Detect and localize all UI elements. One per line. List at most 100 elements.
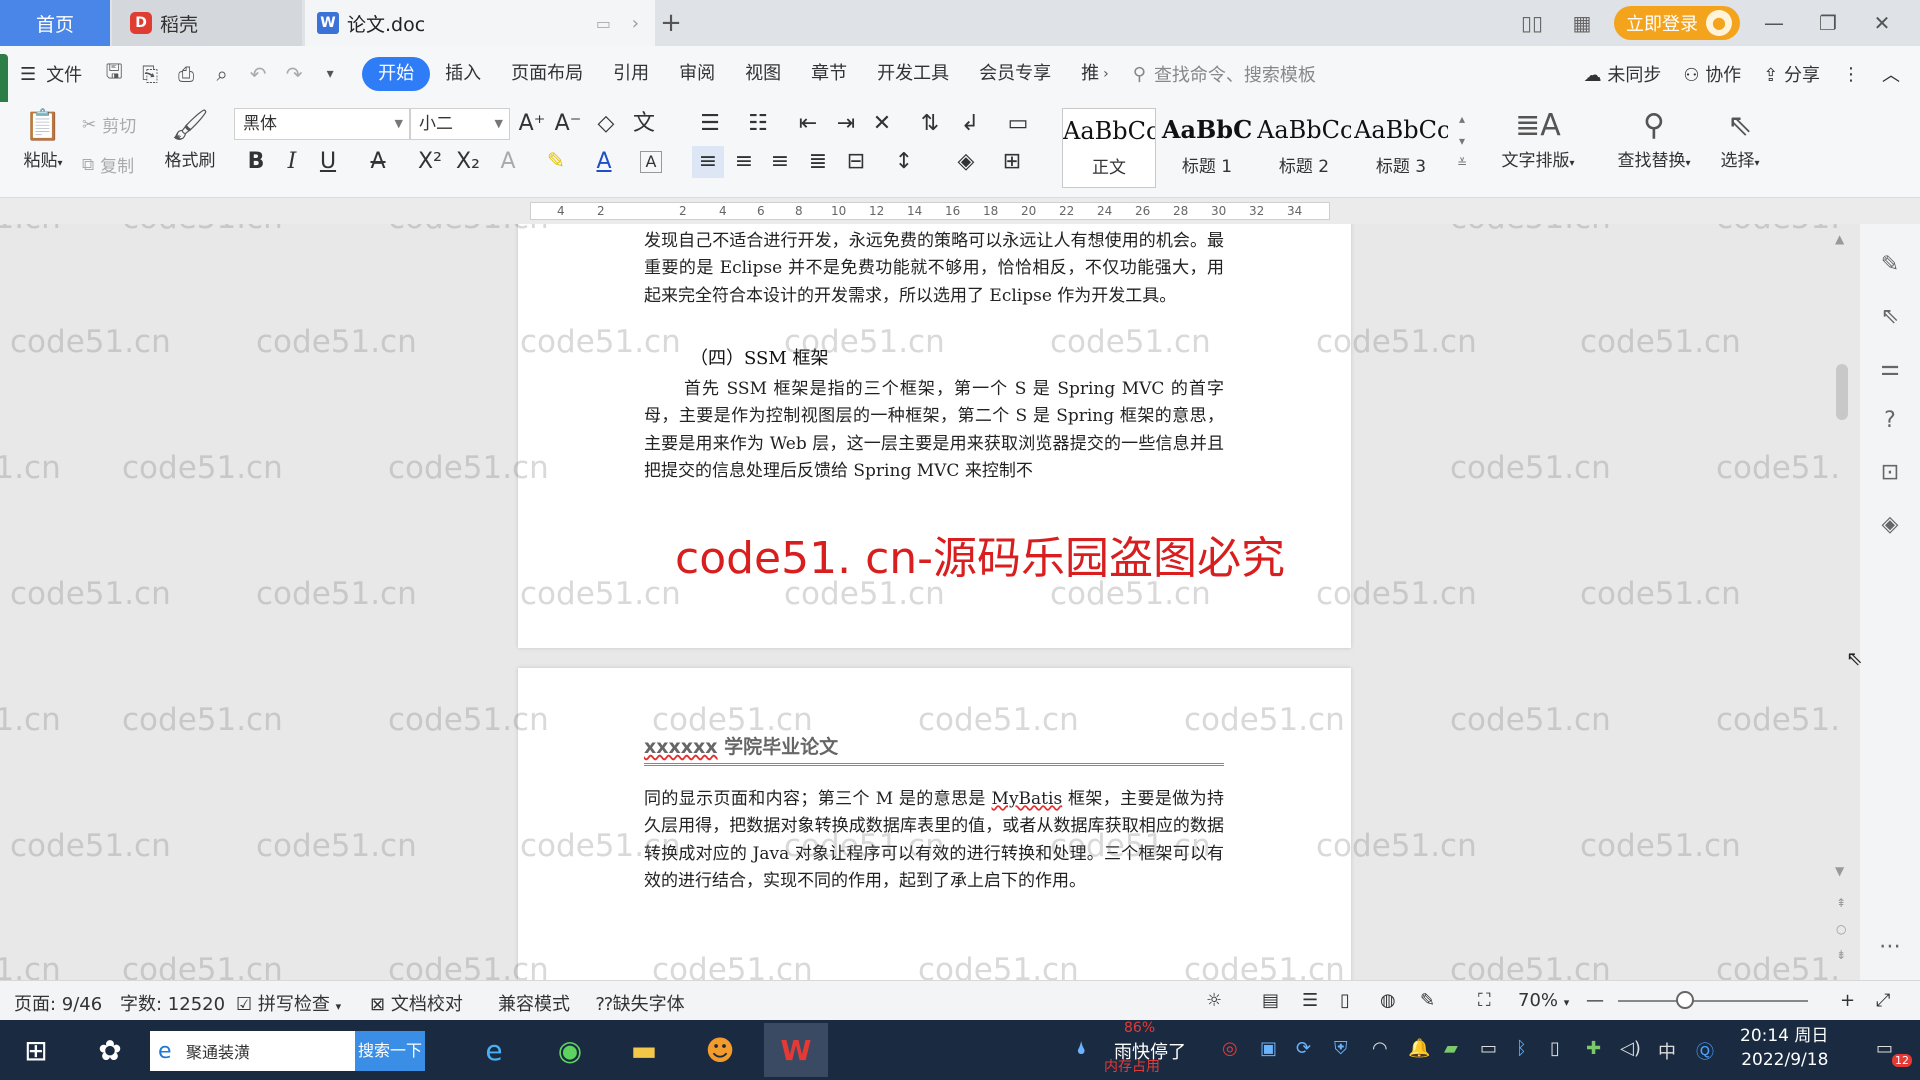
- wifi-icon[interactable]: ◠: [1372, 1038, 1388, 1059]
- tab-document[interactable]: W 论文.doc ▭ ›: [305, 0, 655, 46]
- font-name-select[interactable]: 黑体 ▼: [234, 108, 410, 140]
- print-preview-icon[interactable]: ⌕: [204, 62, 240, 86]
- redo-icon[interactable]: ↷: [276, 62, 312, 86]
- customize-quick-access-icon[interactable]: ▾: [312, 66, 348, 82]
- spell-check-button[interactable]: ☑ 拼写检查 ▾: [236, 990, 341, 1016]
- share-button[interactable]: ⇪ 分享: [1763, 61, 1820, 87]
- taskbar-search-input[interactable]: 聚通装潢: [150, 1039, 355, 1063]
- next-page-icon[interactable]: ⇟: [1836, 948, 1846, 962]
- spell-flagged-word[interactable]: MyBatis: [992, 789, 1063, 809]
- gpu-icon[interactable]: ▰: [1444, 1038, 1458, 1059]
- file-explorer-icon[interactable]: ▬: [614, 1026, 674, 1074]
- subscript-icon[interactable]: X₂: [452, 146, 484, 178]
- action-center-icon[interactable]: ▭: [1876, 1038, 1893, 1059]
- grow-font-icon[interactable]: A⁺: [516, 108, 548, 140]
- doc-tools-icon[interactable]: ⊡: [1875, 460, 1905, 490]
- zoom-level[interactable]: 70% ▾: [1518, 990, 1569, 1011]
- bullet-list-icon[interactable]: ☰: [694, 108, 726, 140]
- undo-icon[interactable]: ↶: [240, 62, 276, 86]
- tab-daoke[interactable]: D 稻壳: [112, 0, 302, 46]
- usb-icon[interactable]: ▯: [1550, 1038, 1560, 1059]
- superscript-icon[interactable]: X²: [414, 146, 446, 178]
- qq-icon[interactable]: Ⓠ: [1696, 1038, 1714, 1064]
- notification-bell-icon[interactable]: 🔔: [1408, 1038, 1430, 1059]
- menu-insert[interactable]: 插入: [430, 57, 496, 91]
- ruler-scale[interactable]: 4 2 2 4 6 8 10 12 14 16 18 20 22 24 26 2…: [530, 202, 1330, 220]
- table-tools-icon[interactable]: ▭: [1002, 108, 1034, 140]
- menu-references[interactable]: 引用: [598, 57, 664, 91]
- menu-start[interactable]: 开始: [362, 57, 431, 91]
- layout-toggle-icon[interactable]: ▯▯: [1514, 8, 1550, 38]
- zoom-slider-handle[interactable]: [1676, 991, 1694, 1009]
- apps-grid-icon[interactable]: ▦: [1564, 8, 1600, 38]
- menu-more[interactable]: 推: [1066, 57, 1103, 91]
- align-left-icon[interactable]: ≡: [692, 146, 724, 178]
- fullscreen-icon[interactable]: ⤢: [1876, 990, 1890, 1011]
- restore-icon[interactable]: ❐: [1808, 11, 1848, 35]
- increase-indent-icon[interactable]: ⇥: [830, 108, 862, 140]
- scroll-down-icon[interactable]: ▼: [1835, 864, 1844, 878]
- eye-protect-icon[interactable]: ☼: [1206, 990, 1222, 1011]
- find-replace-button[interactable]: ⚲ 查找替换▾: [1604, 106, 1704, 171]
- tab-close-icon[interactable]: ›: [632, 13, 639, 34]
- vertical-scrollbar[interactable]: ▲ ▼ ⇞ ○ ⇟: [1832, 224, 1852, 980]
- strikethrough-icon[interactable]: A: [362, 146, 394, 178]
- scroll-up-icon[interactable]: ▲: [1835, 232, 1844, 246]
- shield-icon[interactable]: ⛨: [1334, 1038, 1348, 1059]
- distributed-icon[interactable]: ⊟: [840, 146, 872, 178]
- document-page[interactable]: xxxxxx 学院毕业论文 同的显示页面和内容；第三个 M 是的意思是 MyBa…: [518, 668, 1351, 980]
- more-icon[interactable]: ⋯: [1875, 934, 1905, 964]
- font-size-select[interactable]: 小二 ▼: [410, 108, 510, 140]
- login-button[interactable]: 立即登录 ●: [1614, 6, 1740, 40]
- align-center-icon[interactable]: ≡: [728, 146, 760, 178]
- taskbar-search-button[interactable]: 搜索一下: [355, 1031, 425, 1071]
- write-mode-icon[interactable]: ✎: [1420, 990, 1435, 1011]
- scroll-thumb[interactable]: [1836, 364, 1848, 420]
- word-count[interactable]: 字数: 12520: [120, 990, 225, 1016]
- phonetic-guide-icon[interactable]: 文: [628, 108, 660, 140]
- weather-figure-icon[interactable]: 🌢: [1076, 1038, 1087, 1059]
- volume-icon[interactable]: ◁): [1620, 1038, 1641, 1059]
- cut-button[interactable]: ✂ 剪切: [82, 112, 136, 138]
- page-header[interactable]: xxxxxx 学院毕业论文: [644, 732, 1224, 766]
- system-clock[interactable]: 20:14 周日 2022/9/18: [1740, 1024, 1828, 1072]
- menu-view[interactable]: 视图: [730, 57, 796, 91]
- assistant-app-icon[interactable]: ✿: [80, 1026, 140, 1074]
- section-heading[interactable]: （四）SSM 框架: [690, 344, 829, 370]
- smart-tools-icon[interactable]: ◈: [1875, 512, 1905, 542]
- tab-monitor-icon[interactable]: ▭: [596, 14, 611, 33]
- command-search[interactable]: ⚲ 查找命令、搜索模板: [1133, 61, 1316, 87]
- tray-app-icon[interactable]: ◎: [1222, 1038, 1238, 1059]
- reading-view-icon[interactable]: ▯: [1340, 990, 1350, 1011]
- zoom-in-icon[interactable]: +: [1840, 990, 1855, 1011]
- save-icon[interactable]: 🖫: [96, 57, 132, 91]
- wps-writer-icon[interactable]: W: [764, 1023, 828, 1077]
- style-heading-3[interactable]: AaBbCc 标题 3: [1354, 108, 1448, 188]
- menu-member[interactable]: 会员专享: [964, 57, 1066, 91]
- text-effect-icon[interactable]: A: [492, 146, 524, 178]
- show-marks-icon[interactable]: ↲: [954, 108, 986, 140]
- menu-page-layout[interactable]: 页面布局: [496, 57, 598, 91]
- taskbar-search[interactable]: e 聚通装潢 搜索一下: [150, 1031, 425, 1071]
- body-paragraph[interactable]: 发现自己不适合进行开发，永远免费的策略可以永远让人有想使用的机会。最重要的是 E…: [644, 228, 1224, 310]
- file-menu[interactable]: ☰ 文件: [20, 61, 96, 87]
- select-button[interactable]: ⇖ 选择▾: [1710, 106, 1770, 171]
- input-method[interactable]: 中: [1658, 1038, 1676, 1064]
- internet-explorer-icon[interactable]: e: [464, 1026, 524, 1074]
- zoom-slider[interactable]: [1618, 1000, 1808, 1002]
- justify-icon[interactable]: ≣: [802, 146, 834, 178]
- sync-button[interactable]: ☁ 未同步: [1584, 61, 1662, 87]
- body-paragraph[interactable]: 首先 SSM 框架是指的三个框架，第一个 S 是 Spring MVC 的首字母…: [644, 376, 1224, 486]
- tray-sync-icon[interactable]: ⟳: [1296, 1038, 1311, 1059]
- highlight-icon[interactable]: ✎: [540, 146, 572, 178]
- close-icon[interactable]: ✕: [1862, 11, 1902, 35]
- tray-green-icon[interactable]: ✚: [1586, 1038, 1601, 1059]
- paste-button[interactable]: 📋 粘贴▾: [14, 106, 72, 171]
- copy-button[interactable]: ⧉ 复制: [82, 152, 134, 178]
- battery-icon[interactable]: ▭: [1480, 1038, 1497, 1059]
- document-canvas[interactable]: 发现自己不适合进行开发，永远免费的策略可以永远让人有想使用的机会。最重要的是 E…: [0, 224, 1840, 980]
- help-icon[interactable]: ?: [1875, 408, 1905, 438]
- zoom-out-icon[interactable]: —: [1586, 990, 1604, 1011]
- browser-green-icon[interactable]: ◉: [540, 1026, 600, 1074]
- chat-app-icon[interactable]: ☻: [690, 1026, 750, 1074]
